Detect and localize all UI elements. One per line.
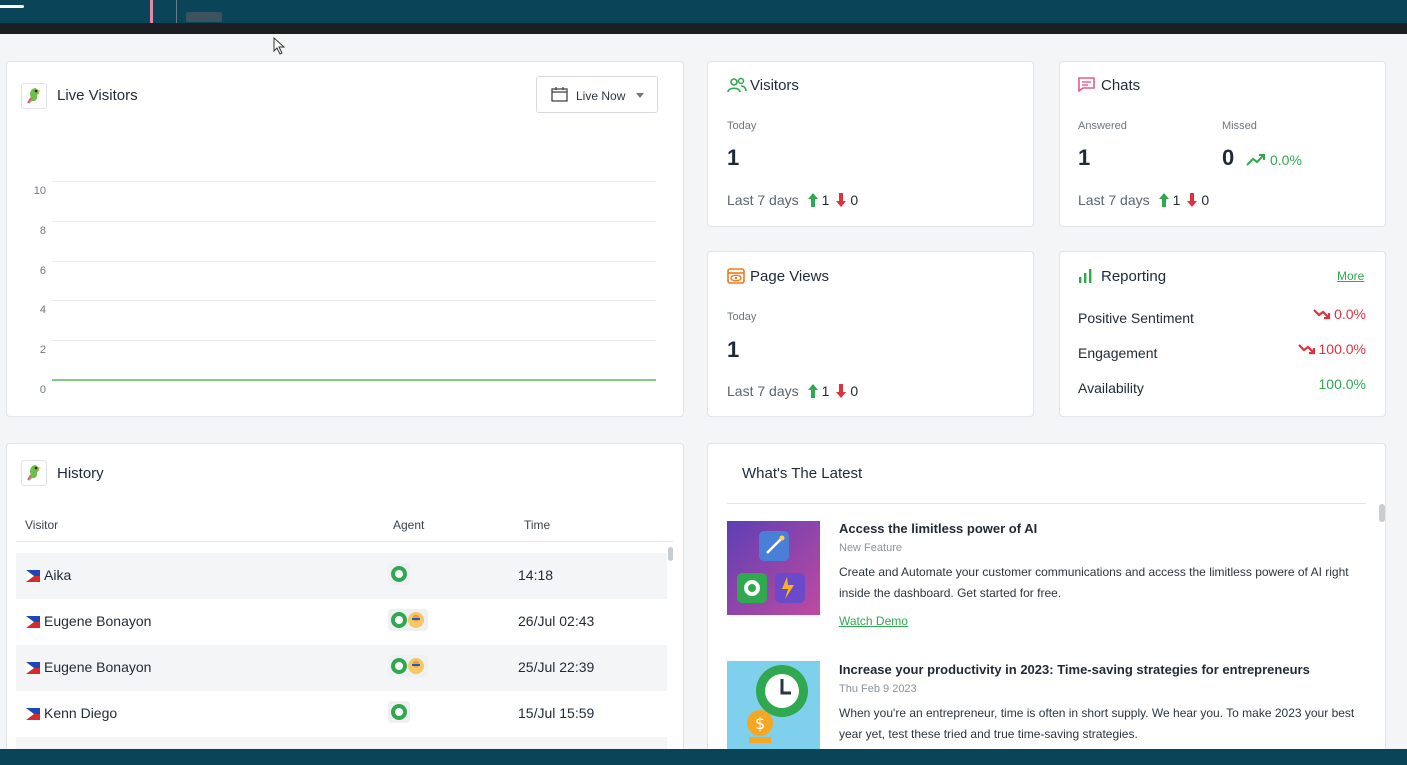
bot-and-human-agent-icon	[388, 609, 428, 631]
visitor-name: Eugene Bonayon	[44, 659, 152, 675]
table-row[interactable]: Aika 14:18	[16, 553, 667, 599]
visitors-title: Visitors	[750, 77, 799, 94]
reporting-row-value: 100.0%	[1319, 376, 1366, 392]
philippines-flag-icon	[26, 570, 40, 582]
news-tag: Thu Feb 9 2023	[839, 683, 917, 695]
visit-time: 14:18	[518, 567, 554, 583]
bar-chart-icon	[1079, 269, 1092, 283]
visit-time: 15/Jul 15:59	[518, 705, 595, 721]
news-tag: New Feature	[839, 542, 902, 554]
visit-time: 26/Jul 02:43	[518, 613, 595, 629]
reporting-title: Reporting	[1101, 268, 1167, 285]
bot-and-human-agent-icon	[388, 655, 428, 677]
ai-feature-thumbnail[interactable]	[727, 521, 820, 615]
reporting-row-value: 100.0%	[1297, 341, 1366, 357]
philippines-flag-icon	[26, 708, 40, 720]
visitors-today-value: 1	[727, 145, 740, 170]
table-row[interactable]: Eugene Bonayon 25/Jul 22:39	[16, 645, 667, 691]
last7-label: Last 7 days	[727, 383, 799, 399]
latest-scrollbar[interactable]	[1379, 504, 1385, 522]
visitor-name: Aika	[44, 567, 72, 583]
table-row-partial[interactable]	[16, 737, 667, 749]
chats-missed-label: Missed	[1222, 120, 1257, 132]
history-title: History	[57, 465, 104, 482]
svg-text:$: $	[755, 714, 765, 733]
page-view-icon	[727, 268, 745, 284]
trend-down-icon	[1297, 344, 1315, 355]
bottom-bar	[0, 749, 1407, 765]
philippines-flag-icon	[26, 616, 40, 628]
table-row[interactable]: Eugene Bonayon 26/Jul 02:43	[16, 599, 667, 645]
chats-answered-value: 1	[1078, 145, 1091, 170]
news-body: Create and Automate your customer commun…	[839, 565, 1349, 600]
history-scrollbar[interactable]	[668, 547, 673, 561]
visitors-today-label: Today	[727, 120, 757, 132]
series-line	[52, 379, 656, 381]
last7-label: Last 7 days	[727, 192, 799, 208]
column-header-agent: Agent	[393, 518, 425, 532]
chats-up-value: 1	[1172, 192, 1181, 208]
table-row[interactable]: Kenn Diego 15/Jul 15:59	[16, 691, 667, 737]
arrow-up-icon	[1158, 193, 1169, 207]
trend-up-icon	[1246, 154, 1265, 166]
engagement-value: 100.0%	[1318, 341, 1366, 357]
visitor-name: Kenn Diego	[44, 705, 118, 721]
arrow-down-icon	[836, 384, 847, 398]
trend-down-icon	[1313, 309, 1331, 320]
arrow-down-icon	[1187, 193, 1198, 207]
reporting-row-label: Engagement	[1078, 345, 1158, 361]
table-header-divider	[16, 541, 673, 542]
reporting-row-value: 0.0%	[1313, 306, 1366, 322]
chats-down-value: 0	[1201, 192, 1210, 208]
last7-label: Last 7 days	[1078, 192, 1150, 208]
news-title[interactable]: Increase your productivity in 2023: Time…	[839, 662, 1310, 677]
page-views-today-label: Today	[727, 311, 757, 323]
reporting-row-label: Positive Sentiment	[1078, 310, 1194, 326]
visit-time: 25/Jul 22:39	[518, 659, 595, 675]
chats-missed-trend: 0.0%	[1270, 152, 1302, 168]
news-body: When you're an entrepreneur, time is oft…	[839, 706, 1355, 741]
bot-agent-icon	[388, 563, 410, 585]
news-title[interactable]: Access the limitless power of AI	[839, 521, 1037, 536]
agent-avatars	[388, 701, 410, 723]
agent-avatars	[388, 609, 428, 631]
reporting-more-link[interactable]: More	[1337, 269, 1364, 283]
bot-agent-icon	[388, 701, 410, 723]
agent-avatars	[388, 655, 428, 677]
users-icon	[727, 77, 747, 93]
chats-last7: Last 7 days 1 0	[1078, 192, 1209, 208]
visitors-down-value: 0	[850, 192, 859, 208]
chats-answered-label: Answered	[1078, 120, 1127, 132]
watch-demo-link[interactable]: Watch Demo	[839, 614, 908, 628]
page-views-title: Page Views	[750, 268, 829, 285]
column-header-visitor: Visitor	[25, 518, 59, 532]
reporting-row-label: Availability	[1078, 380, 1144, 396]
chat-bubble-icon	[1078, 77, 1095, 92]
page-views-last7: Last 7 days 1 0	[727, 383, 858, 399]
arrow-up-icon	[807, 193, 818, 207]
availability-value: 100.0%	[1318, 376, 1366, 392]
column-header-time: Time	[524, 518, 551, 532]
chats-missed-value: 0	[1222, 145, 1235, 170]
visitors-up-value: 1	[821, 192, 830, 208]
page-views-down-value: 0	[850, 383, 859, 399]
agent-avatars	[388, 563, 410, 585]
page-views-up-value: 1	[821, 383, 830, 399]
parrot-logo-icon	[21, 460, 47, 486]
philippines-flag-icon	[26, 662, 40, 674]
page-views-today-value: 1	[727, 337, 740, 362]
productivity-thumbnail[interactable]: $	[727, 661, 820, 749]
visitor-name: Eugene Bonayon	[44, 613, 152, 629]
positive-sentiment-value: 0.0%	[1334, 306, 1366, 322]
visitors-last7: Last 7 days 1 0	[727, 192, 858, 208]
whats-latest-title: What's The Latest	[742, 465, 863, 482]
arrow-up-icon	[807, 384, 818, 398]
arrow-down-icon	[836, 193, 847, 207]
chats-title: Chats	[1101, 77, 1141, 94]
latest-divider	[727, 503, 1366, 504]
